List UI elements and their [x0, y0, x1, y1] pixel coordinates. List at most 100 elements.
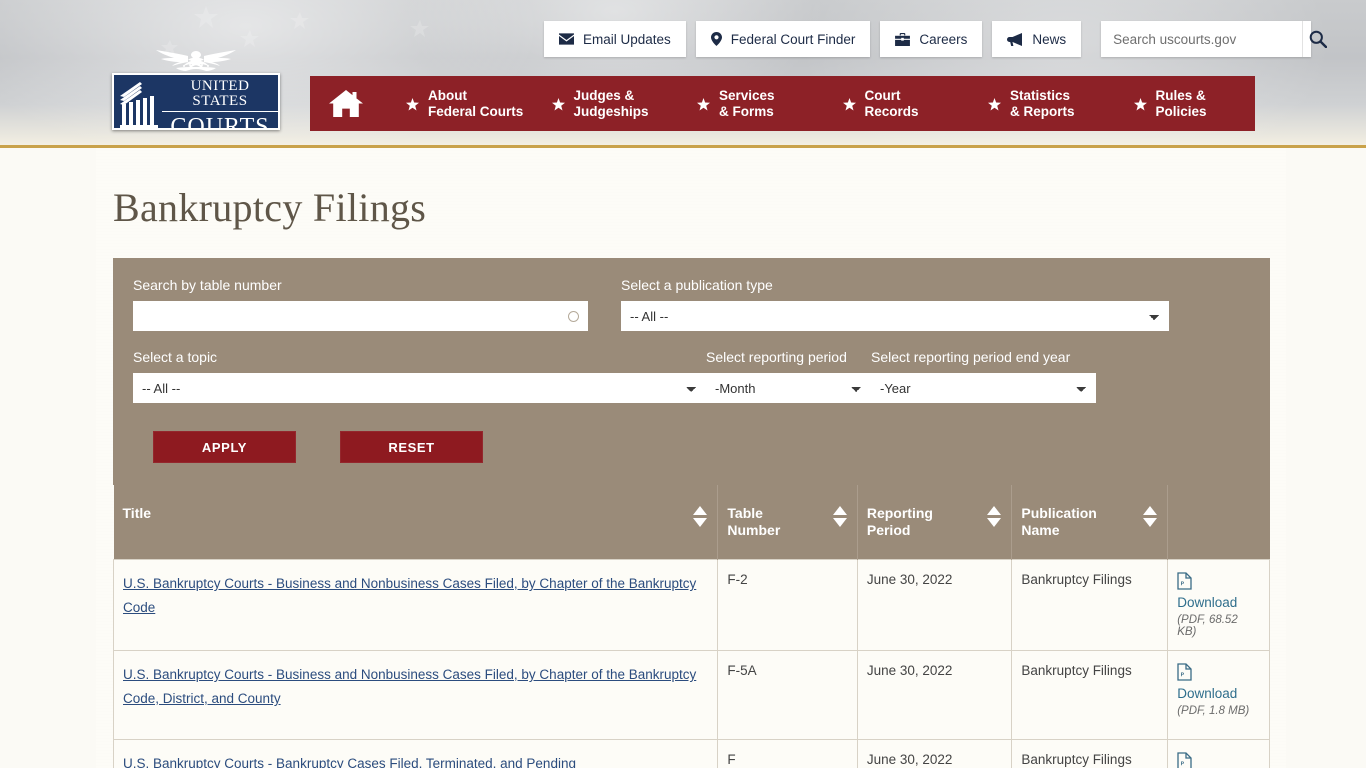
nav-item-about-federal-courts[interactable]: About Federal Courts — [382, 76, 528, 131]
column-header-table-number[interactable]: Table Number — [717, 485, 858, 560]
cell-title: U.S. Bankruptcy Courts - Bankruptcy Case… — [112, 739, 719, 768]
cell-download: Download (PDF, 68.52 KB) — [1167, 559, 1270, 651]
search-submit-button[interactable] — [1302, 21, 1333, 57]
cell-table-number: F-2 — [717, 559, 858, 651]
page-title: Bankruptcy Filings — [113, 185, 427, 230]
table-row: U.S. Bankruptcy Courts - Business and No… — [112, 650, 1270, 740]
nav-item-services-forms[interactable]: Services & Forms — [673, 76, 819, 131]
sort-descending-icon[interactable] — [832, 518, 847, 527]
filter-actions: APPLY RESET — [133, 431, 1250, 463]
download-link[interactable]: Download — [1177, 686, 1260, 701]
nav-label-rules-policies: Rules & Policies — [1155, 87, 1207, 119]
filter-panel: Search by table number Select a publicat… — [113, 258, 1270, 485]
sort-ascending-icon[interactable] — [987, 506, 1002, 515]
column-header-reporting-period[interactable]: Reporting Period — [857, 485, 1013, 560]
label-publication-type: Select a publication type — [621, 277, 773, 293]
nav-item-statistics-reports[interactable]: Statistics & Reports — [964, 76, 1110, 131]
careers-button[interactable]: Careers — [880, 21, 983, 57]
publication-title-link[interactable]: U.S. Bankruptcy Courts - Business and No… — [123, 667, 696, 706]
reporting-period-select[interactable]: -Month — [706, 373, 871, 403]
results-table-body: U.S. Bankruptcy Courts - Business and No… — [112, 559, 1270, 768]
site-header: UNITED STATES COURTS Email Updates Feder… — [0, 0, 1366, 148]
cell-publication-name: Bankruptcy Filings — [1011, 650, 1169, 740]
pdf-file-icon — [1177, 663, 1192, 681]
star-icon — [551, 97, 565, 110]
logo-line-1: UNITED STATES — [162, 79, 278, 112]
publication-title-link[interactable]: U.S. Bankruptcy Courts - Business and No… — [123, 576, 696, 615]
reporting-period-end-year-select[interactable]: -Year — [871, 373, 1096, 403]
sort-descending-icon[interactable] — [1143, 518, 1158, 527]
label-table-number: Search by table number — [133, 277, 282, 293]
main-nav: About Federal Courts Judges & Judgeships… — [310, 76, 1255, 131]
table-row: U.S. Bankruptcy Courts - Bankruptcy Case… — [112, 739, 1270, 768]
nav-item-court-records[interactable]: Court Records — [819, 76, 965, 131]
cell-reporting-period: June 30, 2022 — [856, 559, 1013, 651]
download-file-size: (PDF, 1.8 MB) — [1177, 705, 1250, 717]
nav-item-judges-judgeships[interactable]: Judges & Judgeships — [528, 76, 674, 131]
field-reporting-period-end-year: Select reporting period end year -Year — [871, 348, 1096, 403]
cell-publication-name: Bankruptcy Filings — [1011, 739, 1169, 768]
apply-button[interactable]: APPLY — [153, 431, 296, 463]
email-updates-button[interactable]: Email Updates — [544, 21, 686, 57]
sort-ascending-icon[interactable] — [832, 506, 847, 515]
news-label: News — [1032, 31, 1067, 47]
publication-type-select[interactable]: -- All -- — [621, 301, 1169, 331]
nav-label-about-federal-courts: About Federal Courts — [428, 87, 524, 119]
uscourts-logo[interactable]: UNITED STATES COURTS — [112, 48, 280, 130]
download-link[interactable]: Download — [1177, 595, 1260, 610]
column-header-publication-name[interactable]: Publication Name — [1011, 485, 1169, 560]
label-topic: Select a topic — [133, 349, 218, 365]
filter-row-2: Select a topic -- All -- Select reportin… — [133, 348, 1250, 403]
sort-control-reporting-period[interactable] — [987, 506, 1002, 527]
map-pin-icon — [710, 32, 722, 46]
nav-home-button[interactable] — [310, 76, 382, 131]
sort-descending-icon[interactable] — [987, 518, 1002, 527]
autocomplete-throbber-icon — [568, 311, 579, 322]
sort-ascending-icon[interactable] — [1143, 506, 1158, 515]
sort-descending-icon[interactable] — [693, 518, 708, 527]
search-input[interactable] — [1101, 21, 1303, 57]
sort-control-table-number[interactable] — [832, 506, 847, 527]
results-table: Title Table Number Reporting Period Publ… — [112, 485, 1270, 768]
courthouse-columns-icon — [120, 82, 158, 128]
reset-button[interactable]: RESET — [340, 431, 483, 463]
column-header-title[interactable]: Title — [113, 485, 719, 560]
email-updates-label: Email Updates — [583, 31, 671, 47]
logo-line-2: COURTS — [170, 114, 270, 130]
table-row: U.S. Bankruptcy Courts - Business and No… — [112, 559, 1270, 651]
field-topic: Select a topic -- All -- — [133, 348, 706, 403]
content-shell: Bankruptcy Filings Search by table numbe… — [96, 148, 1286, 768]
cell-reporting-period: June 30, 2022 — [856, 650, 1013, 740]
table-header-row: Title Table Number Reporting Period Publ… — [113, 485, 1270, 560]
topic-select[interactable]: -- All -- — [133, 373, 706, 403]
table-number-input[interactable] — [134, 302, 587, 330]
nav-label-court-records: Court Records — [864, 87, 919, 119]
sort-ascending-icon[interactable] — [693, 506, 708, 515]
briefcase-icon — [895, 32, 911, 46]
publication-title-link[interactable]: U.S. Bankruptcy Courts - Bankruptcy Case… — [123, 756, 576, 768]
cell-table-number: F-5A — [717, 650, 858, 740]
sort-control-publication-name[interactable] — [1143, 506, 1158, 527]
home-icon — [329, 90, 363, 117]
cell-download: Download (PDF, 1.8 MB) — [1167, 650, 1270, 740]
label-reporting-period-end-year: Select reporting period end year — [871, 349, 1071, 365]
label-reporting-period: Select reporting period — [706, 349, 847, 365]
sort-control-title[interactable] — [693, 506, 708, 527]
star-icon — [988, 97, 1001, 110]
cell-table-number: F — [717, 739, 858, 768]
news-button[interactable]: News — [992, 21, 1082, 57]
search-icon — [1309, 30, 1328, 48]
envelope-icon — [559, 33, 574, 45]
star-icon — [1133, 97, 1147, 110]
column-label-reporting-period: Reporting Period — [866, 505, 933, 538]
cell-reporting-period: June 30, 2022 — [856, 739, 1013, 768]
cell-title: U.S. Bankruptcy Courts - Business and No… — [112, 650, 719, 740]
nav-label-statistics-reports: Statistics & Reports — [1010, 87, 1075, 119]
cell-title: U.S. Bankruptcy Courts - Business and No… — [112, 559, 719, 651]
results-table-head: Title Table Number Reporting Period Publ… — [113, 485, 1270, 560]
results-table-wrap: Title Table Number Reporting Period Publ… — [112, 485, 1270, 768]
nav-item-rules-policies[interactable]: Rules & Policies — [1110, 76, 1256, 131]
federal-court-finder-button[interactable]: Federal Court Finder — [695, 21, 871, 57]
cell-publication-name: Bankruptcy Filings — [1011, 559, 1169, 651]
logo-text: UNITED STATES COURTS — [162, 79, 278, 130]
